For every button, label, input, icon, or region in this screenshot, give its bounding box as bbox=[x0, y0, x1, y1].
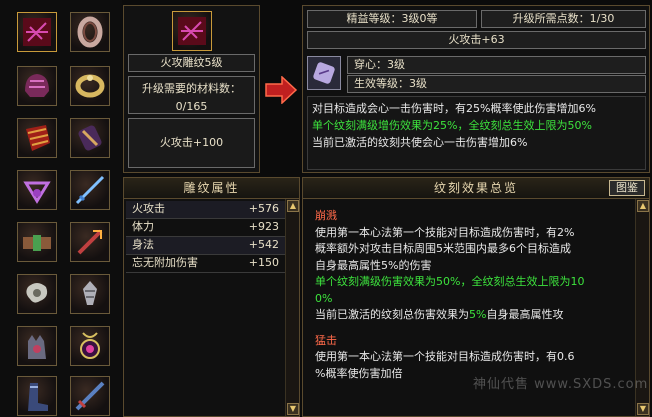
effects-header: 纹刻效果总览 图鉴 bbox=[303, 178, 649, 199]
rune-icon bbox=[313, 62, 335, 84]
upgrade-points: 升级所需点数：1/30 bbox=[481, 10, 646, 28]
equipment-grid bbox=[0, 0, 122, 417]
item-stat: 火攻击+100 bbox=[159, 136, 224, 149]
attr-name: 火攻击 bbox=[132, 202, 165, 215]
effect1-line5: 0% bbox=[315, 291, 333, 305]
attr-row: 身法 +542 bbox=[126, 237, 285, 255]
helmet-icon bbox=[25, 74, 49, 97]
boots-icon bbox=[28, 383, 48, 411]
equip-slot-11[interactable] bbox=[17, 274, 57, 314]
attr-value: +150 bbox=[248, 256, 279, 269]
equip-slot-5[interactable] bbox=[17, 118, 57, 158]
engraving-icon bbox=[178, 17, 206, 45]
weapon-icon bbox=[77, 229, 103, 255]
armor-icon bbox=[26, 125, 50, 151]
attr-row: 体力 +923 bbox=[126, 219, 285, 237]
result-title: 火攻击+63 bbox=[307, 31, 646, 49]
effect2-name: 猛击 bbox=[315, 333, 337, 347]
attr-row: 火攻击 +576 bbox=[126, 201, 285, 219]
jade-pendant-icon bbox=[26, 283, 48, 303]
effect1-line1: 使用第一本心法第一个技能对目标造成伤害时，有2% bbox=[315, 225, 575, 239]
equip-slot-2[interactable] bbox=[70, 12, 110, 52]
ring-icon bbox=[77, 16, 103, 48]
result-slot1: 穿心：3级 bbox=[347, 56, 646, 74]
effect1-line6: 当前已激活的纹刻总伤害效果为5%自身最高属性攻 bbox=[315, 307, 627, 324]
gem-pendant-icon bbox=[80, 332, 100, 359]
equip-slot-10[interactable] bbox=[70, 222, 110, 262]
scroll-down-button[interactable]: ▼ bbox=[637, 403, 649, 415]
equip-slot-16[interactable] bbox=[70, 376, 110, 416]
desc-line2: 单个纹刻满级增伤效果为25%，全纹刻总生效上限为50% bbox=[312, 119, 592, 132]
bracer-icon bbox=[78, 125, 102, 151]
material-box: 升级需要的材料数： 0/165 bbox=[128, 76, 255, 114]
watermark: 神仙代售 www.SXDS.com bbox=[473, 377, 649, 392]
effect1-line6-prefix: 当前已激活的纹刻总伤害效果为 bbox=[315, 308, 469, 321]
blade-icon bbox=[75, 381, 105, 411]
upgrade-arrow-icon bbox=[264, 75, 298, 105]
effects-title: 纹刻效果总览 bbox=[433, 181, 518, 195]
attr-scrollbar[interactable]: ▲ ▼ bbox=[285, 199, 299, 416]
engraving-icon bbox=[23, 18, 51, 46]
refine-level: 精益等级：3级0等 bbox=[307, 10, 477, 28]
effect1-line3: 自身最高属性5%的伤害 bbox=[315, 258, 432, 272]
effects-panel: 纹刻效果总览 图鉴 崩溅 使用第一本心法第一个技能对目标造成伤害时，有2% 概率… bbox=[302, 177, 650, 417]
material-label: 升级需要的材料数： bbox=[142, 82, 241, 95]
effect1-line6-suffix: 自身最高属性攻 bbox=[486, 308, 564, 321]
effect1-line4: 单个纹刻满级伤害效果为50%，全纹刻总生效上限为10 bbox=[315, 275, 585, 288]
attr-value: +923 bbox=[248, 220, 279, 233]
effect1-line2: 概率额外对攻击目标周围5米范围内最多6个目标造成 bbox=[315, 242, 571, 255]
item-name: 火攻雕纹5级 bbox=[128, 54, 255, 72]
equip-slot-9[interactable] bbox=[17, 222, 57, 262]
result-slot2: 生效等级：3级 bbox=[347, 75, 646, 93]
scroll-up-button[interactable]: ▲ bbox=[637, 200, 649, 212]
material-count: 0/165 bbox=[175, 100, 208, 113]
description-box: 对目标造成会心一击伤害时，有25%概率使此伤害增加6% 单个纹刻满级增伤效果为2… bbox=[307, 96, 646, 170]
attr-name: 忘无附加伤害 bbox=[132, 256, 198, 269]
equip-slot-7[interactable] bbox=[17, 170, 57, 210]
effect2-line1: 使用第一本心法第一个技能对目标造成伤害时，有0.6 bbox=[315, 350, 575, 363]
charm-icon bbox=[83, 281, 97, 305]
desc-line3: 当前已激活的纹刻共使会心一击伤害增加6% bbox=[312, 136, 528, 149]
item-stat-box: 火攻击+100 bbox=[128, 118, 255, 168]
equip-slot-12[interactable] bbox=[70, 274, 110, 314]
sword-icon bbox=[75, 175, 105, 205]
attr-value: +576 bbox=[248, 202, 279, 215]
effect1-name: 崩溅 bbox=[315, 209, 337, 222]
equip-slot-13[interactable] bbox=[17, 326, 57, 366]
attribute-list: 火攻击 +576 体力 +923 身法 +542 忘无附加伤害 +150 bbox=[126, 201, 285, 273]
attr-value: +542 bbox=[248, 238, 279, 251]
attr-panel-title: 雕纹属性 bbox=[124, 178, 299, 199]
item-info-panel: 火攻雕纹5级 升级需要的材料数： 0/165 火攻击+100 bbox=[123, 5, 260, 173]
codex-tab[interactable]: 图鉴 bbox=[609, 180, 645, 196]
item-icon[interactable] bbox=[172, 11, 212, 51]
desc-line1: 对目标造成会心一击伤害时，有25%概率使此伤害增加6% bbox=[312, 102, 596, 115]
attr-name: 体力 bbox=[132, 220, 154, 233]
equip-slot-3[interactable] bbox=[17, 66, 57, 106]
equip-slot-8[interactable] bbox=[70, 170, 110, 210]
effect1-line6-value: 5% bbox=[469, 308, 487, 321]
equip-slot-6[interactable] bbox=[70, 118, 110, 158]
upgrade-panel: 精益等级：3级0等 升级所需点数：1/30 火攻击+63 穿心：3级 生效等级：… bbox=[302, 5, 650, 173]
attr-row: 忘无附加伤害 +150 bbox=[126, 255, 285, 273]
attr-name: 身法 bbox=[132, 238, 154, 251]
bracelet-icon bbox=[75, 74, 105, 98]
scroll-down-button[interactable]: ▼ bbox=[287, 403, 299, 415]
equip-slot-4[interactable] bbox=[70, 66, 110, 106]
gloves-icon bbox=[28, 335, 46, 359]
amulet-icon bbox=[23, 181, 51, 204]
belt-icon bbox=[23, 235, 51, 251]
equip-slot-14[interactable] bbox=[70, 326, 110, 366]
attribute-panel: 雕纹属性 火攻击 +576 体力 +923 身法 +542 忘无附加伤害 +150 ▲ … bbox=[123, 177, 300, 417]
result-icon[interactable] bbox=[307, 56, 341, 90]
equip-slot-1[interactable] bbox=[17, 12, 57, 52]
scroll-up-button[interactable]: ▲ bbox=[287, 200, 299, 212]
equip-slot-15[interactable] bbox=[17, 376, 57, 416]
